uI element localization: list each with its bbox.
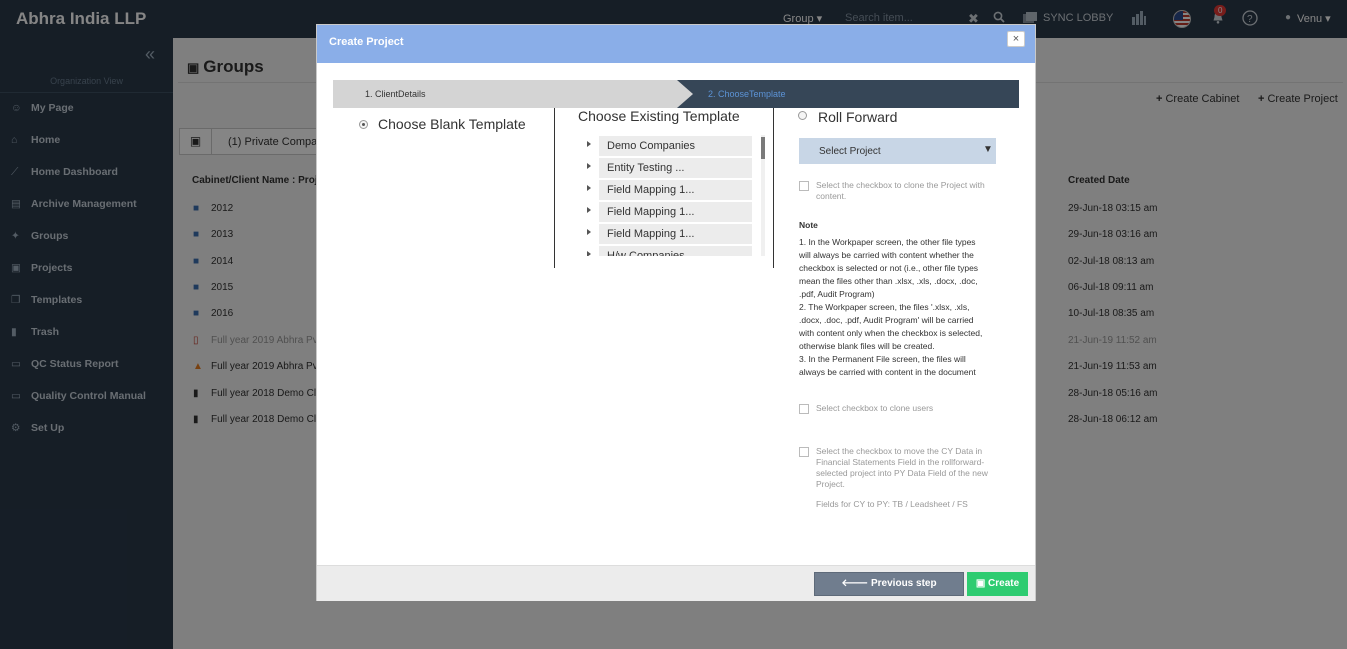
dialog-title: Create Project bbox=[329, 36, 404, 48]
note-line: .docx, .doc, .pdf, Audit Program' will b… bbox=[799, 315, 974, 325]
template-item-label[interactable]: Field Mapping 1... bbox=[599, 180, 752, 200]
wizard-steps: 1. ClientDetails 2. ChooseTemplate bbox=[333, 80, 1019, 108]
template-item[interactable]: Field Mapping 1... bbox=[583, 224, 753, 244]
template-item[interactable]: Field Mapping 1... bbox=[583, 180, 753, 200]
note-line: checkbox is selected or not (i.e., other… bbox=[799, 263, 979, 273]
template-item[interactable]: Demo Companies bbox=[583, 136, 753, 156]
caret-right-icon[interactable] bbox=[587, 185, 591, 191]
template-item-label[interactable]: Field Mapping 1... bbox=[599, 224, 752, 244]
note-line: 3. In the Permanent File screen, the fil… bbox=[799, 354, 966, 364]
select-project-value: Select Project bbox=[819, 146, 881, 157]
caret-right-icon[interactable] bbox=[587, 251, 591, 256]
existing-template-title: Choose Existing Template bbox=[578, 108, 740, 124]
move-cy-data-checkbox[interactable] bbox=[799, 447, 809, 457]
save-icon: ▣ bbox=[975, 578, 989, 589]
column-divider bbox=[773, 108, 774, 268]
caret-right-icon[interactable] bbox=[587, 207, 591, 213]
clone-users-label: Select checkbox to clone users bbox=[816, 403, 934, 413]
arrow-left-icon: 🡐 bbox=[841, 578, 871, 589]
close-icon[interactable]: × bbox=[1007, 31, 1025, 47]
note-line: otherwise blank files will be created. bbox=[799, 341, 935, 351]
step-client-details-label: 1. ClientDetails bbox=[365, 89, 426, 99]
caret-right-icon[interactable] bbox=[587, 163, 591, 169]
column-divider bbox=[554, 108, 555, 268]
move-cy-data-label: Select the checkbox to move the CY Data … bbox=[816, 446, 988, 489]
create-project-dialog: Create Project × 1. ClientDetails 2. Cho… bbox=[316, 24, 1036, 601]
caret-right-icon[interactable] bbox=[587, 229, 591, 235]
template-scroll-thumb[interactable] bbox=[761, 137, 765, 159]
dialog-header: Create Project × bbox=[317, 25, 1035, 63]
step-choose-template-label: 2. ChooseTemplate bbox=[708, 89, 786, 99]
blank-template-label[interactable]: Choose Blank Template bbox=[378, 116, 526, 132]
note-line: will always be carried with content whet… bbox=[799, 250, 974, 260]
note-text: 1. In the Workpaper screen, the other fi… bbox=[799, 236, 995, 379]
template-item[interactable]: Field Mapping 1... bbox=[583, 202, 753, 222]
clone-content-checkbox[interactable] bbox=[799, 181, 809, 191]
step-arrow bbox=[677, 80, 693, 108]
note-line: with content only when the checkbox is s… bbox=[799, 328, 983, 338]
template-item-label[interactable]: Entity Testing ... bbox=[599, 158, 752, 178]
roll-forward-label[interactable]: Roll Forward bbox=[818, 109, 897, 125]
select-project-dropdown[interactable]: Select Project ▼ bbox=[799, 138, 996, 164]
note-line: 2. The Workpaper screen, the files '.xls… bbox=[799, 302, 970, 312]
create-button[interactable]: ▣ Create bbox=[967, 572, 1028, 596]
template-tree[interactable]: Demo Companies Entity Testing ... Field … bbox=[583, 135, 767, 256]
clone-content-label: Select the checkbox to clone the Project… bbox=[816, 180, 985, 201]
note-title: Note bbox=[799, 220, 818, 230]
previous-step-button[interactable]: 🡐 Previous step bbox=[814, 572, 964, 596]
note-line: mean the files other than .xlsx, .xls, .… bbox=[799, 276, 978, 286]
note-line: 1. In the Workpaper screen, the other fi… bbox=[799, 237, 976, 247]
caret-right-icon[interactable] bbox=[587, 141, 591, 147]
template-item[interactable]: H/w Companies bbox=[583, 246, 753, 256]
template-item-label[interactable]: Demo Companies bbox=[599, 136, 752, 156]
template-item-label[interactable]: Field Mapping 1... bbox=[599, 202, 752, 222]
caret-down-icon: ▼ bbox=[983, 144, 993, 155]
note-line: always be carried with content in the do… bbox=[799, 367, 976, 377]
roll-forward-radio[interactable] bbox=[798, 111, 807, 120]
dialog-footer: 🡐 Previous step ▣ Create bbox=[317, 565, 1035, 601]
fields-cy-to-py-label: Fields for CY to PY: TB / Leadsheet / FS bbox=[816, 499, 968, 509]
note-line: .pdf, Audit Program) bbox=[799, 289, 875, 299]
previous-step-label: Previous step bbox=[871, 578, 937, 589]
template-item-label[interactable]: H/w Companies bbox=[599, 246, 752, 256]
create-label: Create bbox=[988, 578, 1020, 589]
clone-users-checkbox[interactable] bbox=[799, 404, 809, 414]
blank-template-radio[interactable] bbox=[359, 120, 368, 129]
template-item[interactable]: Entity Testing ... bbox=[583, 158, 753, 178]
